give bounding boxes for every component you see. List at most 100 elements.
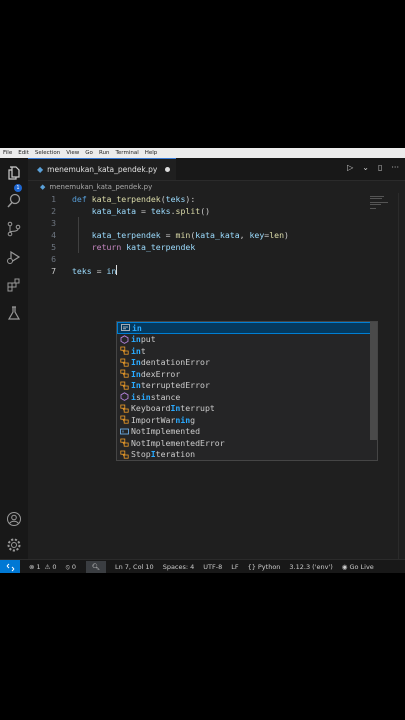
class-icon xyxy=(119,346,129,356)
class-icon xyxy=(119,369,129,379)
encoding[interactable]: UTF-8 xyxy=(203,563,222,571)
class-icon xyxy=(119,380,129,390)
suggestion-label: IndentationError xyxy=(131,357,210,368)
editor-tab[interactable]: ◆ menemukan_kata_pendek.py xyxy=(28,158,176,180)
suggestion-item[interactable]: in xyxy=(117,322,377,334)
settings-gear-icon[interactable] xyxy=(5,536,23,554)
problems-indicator[interactable]: ⊗ 1 ⚠ 0 xyxy=(29,563,57,571)
code-text: kata_kata = teks.split() xyxy=(72,206,211,216)
python-file-icon: ◆ xyxy=(40,183,46,191)
extensions-icon[interactable] xyxy=(5,276,23,294)
code-line[interactable]: 1 def kata_terpendek(teks): xyxy=(28,193,405,205)
split-editor-icon[interactable]: ▯ xyxy=(378,163,382,172)
python-file-icon: ◆ xyxy=(37,165,44,174)
suggestion-item[interactable]: ImportWarning xyxy=(117,414,377,426)
menu-bar: File Edit Selection View Go Run Terminal… xyxy=(0,148,405,158)
remote-indicator[interactable] xyxy=(0,560,20,573)
code-line[interactable]: 5 return kata_terpendek xyxy=(28,241,405,253)
suggestion-item[interactable]: KeyboardInterrupt xyxy=(117,403,377,415)
code-line[interactable]: 4 kata_terpendek = min(kata_kata, key=le… xyxy=(28,229,405,241)
warning-count: 0 xyxy=(52,563,57,571)
line-number: 4 xyxy=(51,230,56,240)
code-line[interactable]: 6 xyxy=(28,253,405,265)
function-icon xyxy=(119,334,129,344)
suggestion-item[interactable]: InterruptedError xyxy=(117,380,377,392)
menu-go[interactable]: Go xyxy=(82,150,96,156)
code-line[interactable]: 7 teks = in xyxy=(28,265,405,277)
suggestion-item[interactable]: int xyxy=(117,345,377,357)
zoom-icon: 🔍︎ xyxy=(91,563,101,571)
suggestion-label: int xyxy=(131,345,146,356)
source-control-icon[interactable] xyxy=(5,220,23,238)
code-text: teks = in xyxy=(72,265,118,276)
braces-icon: {} xyxy=(247,563,256,571)
language-mode[interactable]: {} Python xyxy=(248,563,281,571)
suggestion-scrollbar[interactable] xyxy=(370,322,377,440)
python-interpreter[interactable]: 3.12.3 ('env') xyxy=(289,563,332,571)
language-label: Python xyxy=(257,563,281,571)
code-line[interactable]: 2 kata_kata = teks.split() xyxy=(28,205,405,217)
account-icon[interactable] xyxy=(5,510,23,528)
suggestion-label: InterruptedError xyxy=(131,380,210,391)
menu-run[interactable]: Run xyxy=(96,150,113,156)
suggestion-label: ImportWarning xyxy=(131,414,196,425)
go-live-button[interactable]: ◉ Go Live xyxy=(342,563,374,571)
explorer-icon[interactable] xyxy=(5,164,23,182)
menu-terminal[interactable]: Terminal xyxy=(112,150,141,156)
cursor-position[interactable]: Ln 7, Col 10 xyxy=(115,563,154,571)
more-actions-icon[interactable]: ··· xyxy=(391,163,399,172)
line-number: 7 xyxy=(51,266,56,276)
ports-indicator[interactable]: ⦸ 0 xyxy=(66,563,76,572)
class-icon xyxy=(119,357,129,367)
suggestion-item[interactable]: IndexError xyxy=(117,368,377,380)
run-dropdown-icon[interactable]: ⌄ xyxy=(362,163,369,172)
keyword-icon xyxy=(120,323,130,333)
class-icon xyxy=(119,415,129,425)
zoom-indicator[interactable]: 🔍︎ xyxy=(85,561,106,573)
menu-selection[interactable]: Selection xyxy=(32,150,63,156)
suggestion-item[interactable]: isinstance xyxy=(117,391,377,403)
broadcast-icon: ◉ xyxy=(341,563,348,571)
menu-edit[interactable]: Edit xyxy=(15,150,32,156)
line-number: 2 xyxy=(51,206,56,216)
menu-view[interactable]: View xyxy=(63,150,82,156)
go-live-label: Go Live xyxy=(349,563,374,571)
code-editor[interactable]: 1 def kata_terpendek(teks): 2 kata_kata = … xyxy=(28,193,405,559)
testing-icon[interactable] xyxy=(5,304,23,322)
menu-file[interactable]: File xyxy=(0,150,15,156)
code-text: kata_terpendek = min(kata_kata, key=len) xyxy=(72,230,289,240)
explorer-badge: 1 xyxy=(14,184,22,192)
error-count: 1 xyxy=(36,563,41,571)
end-of-line[interactable]: LF xyxy=(231,563,238,571)
text-cursor xyxy=(116,265,118,275)
line-number: 1 xyxy=(51,194,56,204)
suggestion-item[interactable]: NotImplemented xyxy=(117,426,377,438)
indentation[interactable]: Spaces: 4 xyxy=(163,563,195,571)
suggestion-item[interactable]: StopIteration xyxy=(117,449,377,461)
line-number: 6 xyxy=(51,254,56,264)
run-python-icon[interactable]: ▷ xyxy=(347,163,353,172)
suggestion-label: isinstance xyxy=(131,391,181,402)
ports-count: 0 xyxy=(71,563,76,571)
suggestion-label: KeyboardInterrupt xyxy=(131,403,215,414)
tab-bar: ◆ menemukan_kata_pendek.py ▷ ⌄ ▯ ··· xyxy=(28,158,405,181)
warning-icon: ⚠ xyxy=(44,563,51,571)
tab-filename: menemukan_kata_pendek.py xyxy=(47,165,158,174)
suggestion-label: IndexError xyxy=(131,368,181,379)
line-number: 5 xyxy=(51,242,56,252)
suggestion-item[interactable]: input xyxy=(117,334,377,346)
code-text: def kata_terpendek(teks): xyxy=(72,194,196,204)
code-line[interactable]: 3 xyxy=(28,217,405,229)
menu-help[interactable]: Help xyxy=(142,150,161,156)
variable-icon xyxy=(119,426,129,436)
suggestion-item[interactable]: IndentationError xyxy=(117,357,377,369)
suggestion-label: StopIteration xyxy=(131,449,196,460)
unsaved-dot-icon[interactable] xyxy=(165,167,171,172)
line-number: 3 xyxy=(51,218,56,228)
run-debug-icon[interactable] xyxy=(5,248,23,266)
suggestion-item[interactable]: NotImplementedError xyxy=(117,437,377,449)
suggestion-label: NotImplementedError xyxy=(131,437,225,448)
search-icon[interactable] xyxy=(5,192,23,210)
run-controls: ▷ ⌄ ▯ ··· xyxy=(347,163,399,172)
breadcrumb-file[interactable]: menemukan_kata_pendek.py xyxy=(49,183,152,191)
